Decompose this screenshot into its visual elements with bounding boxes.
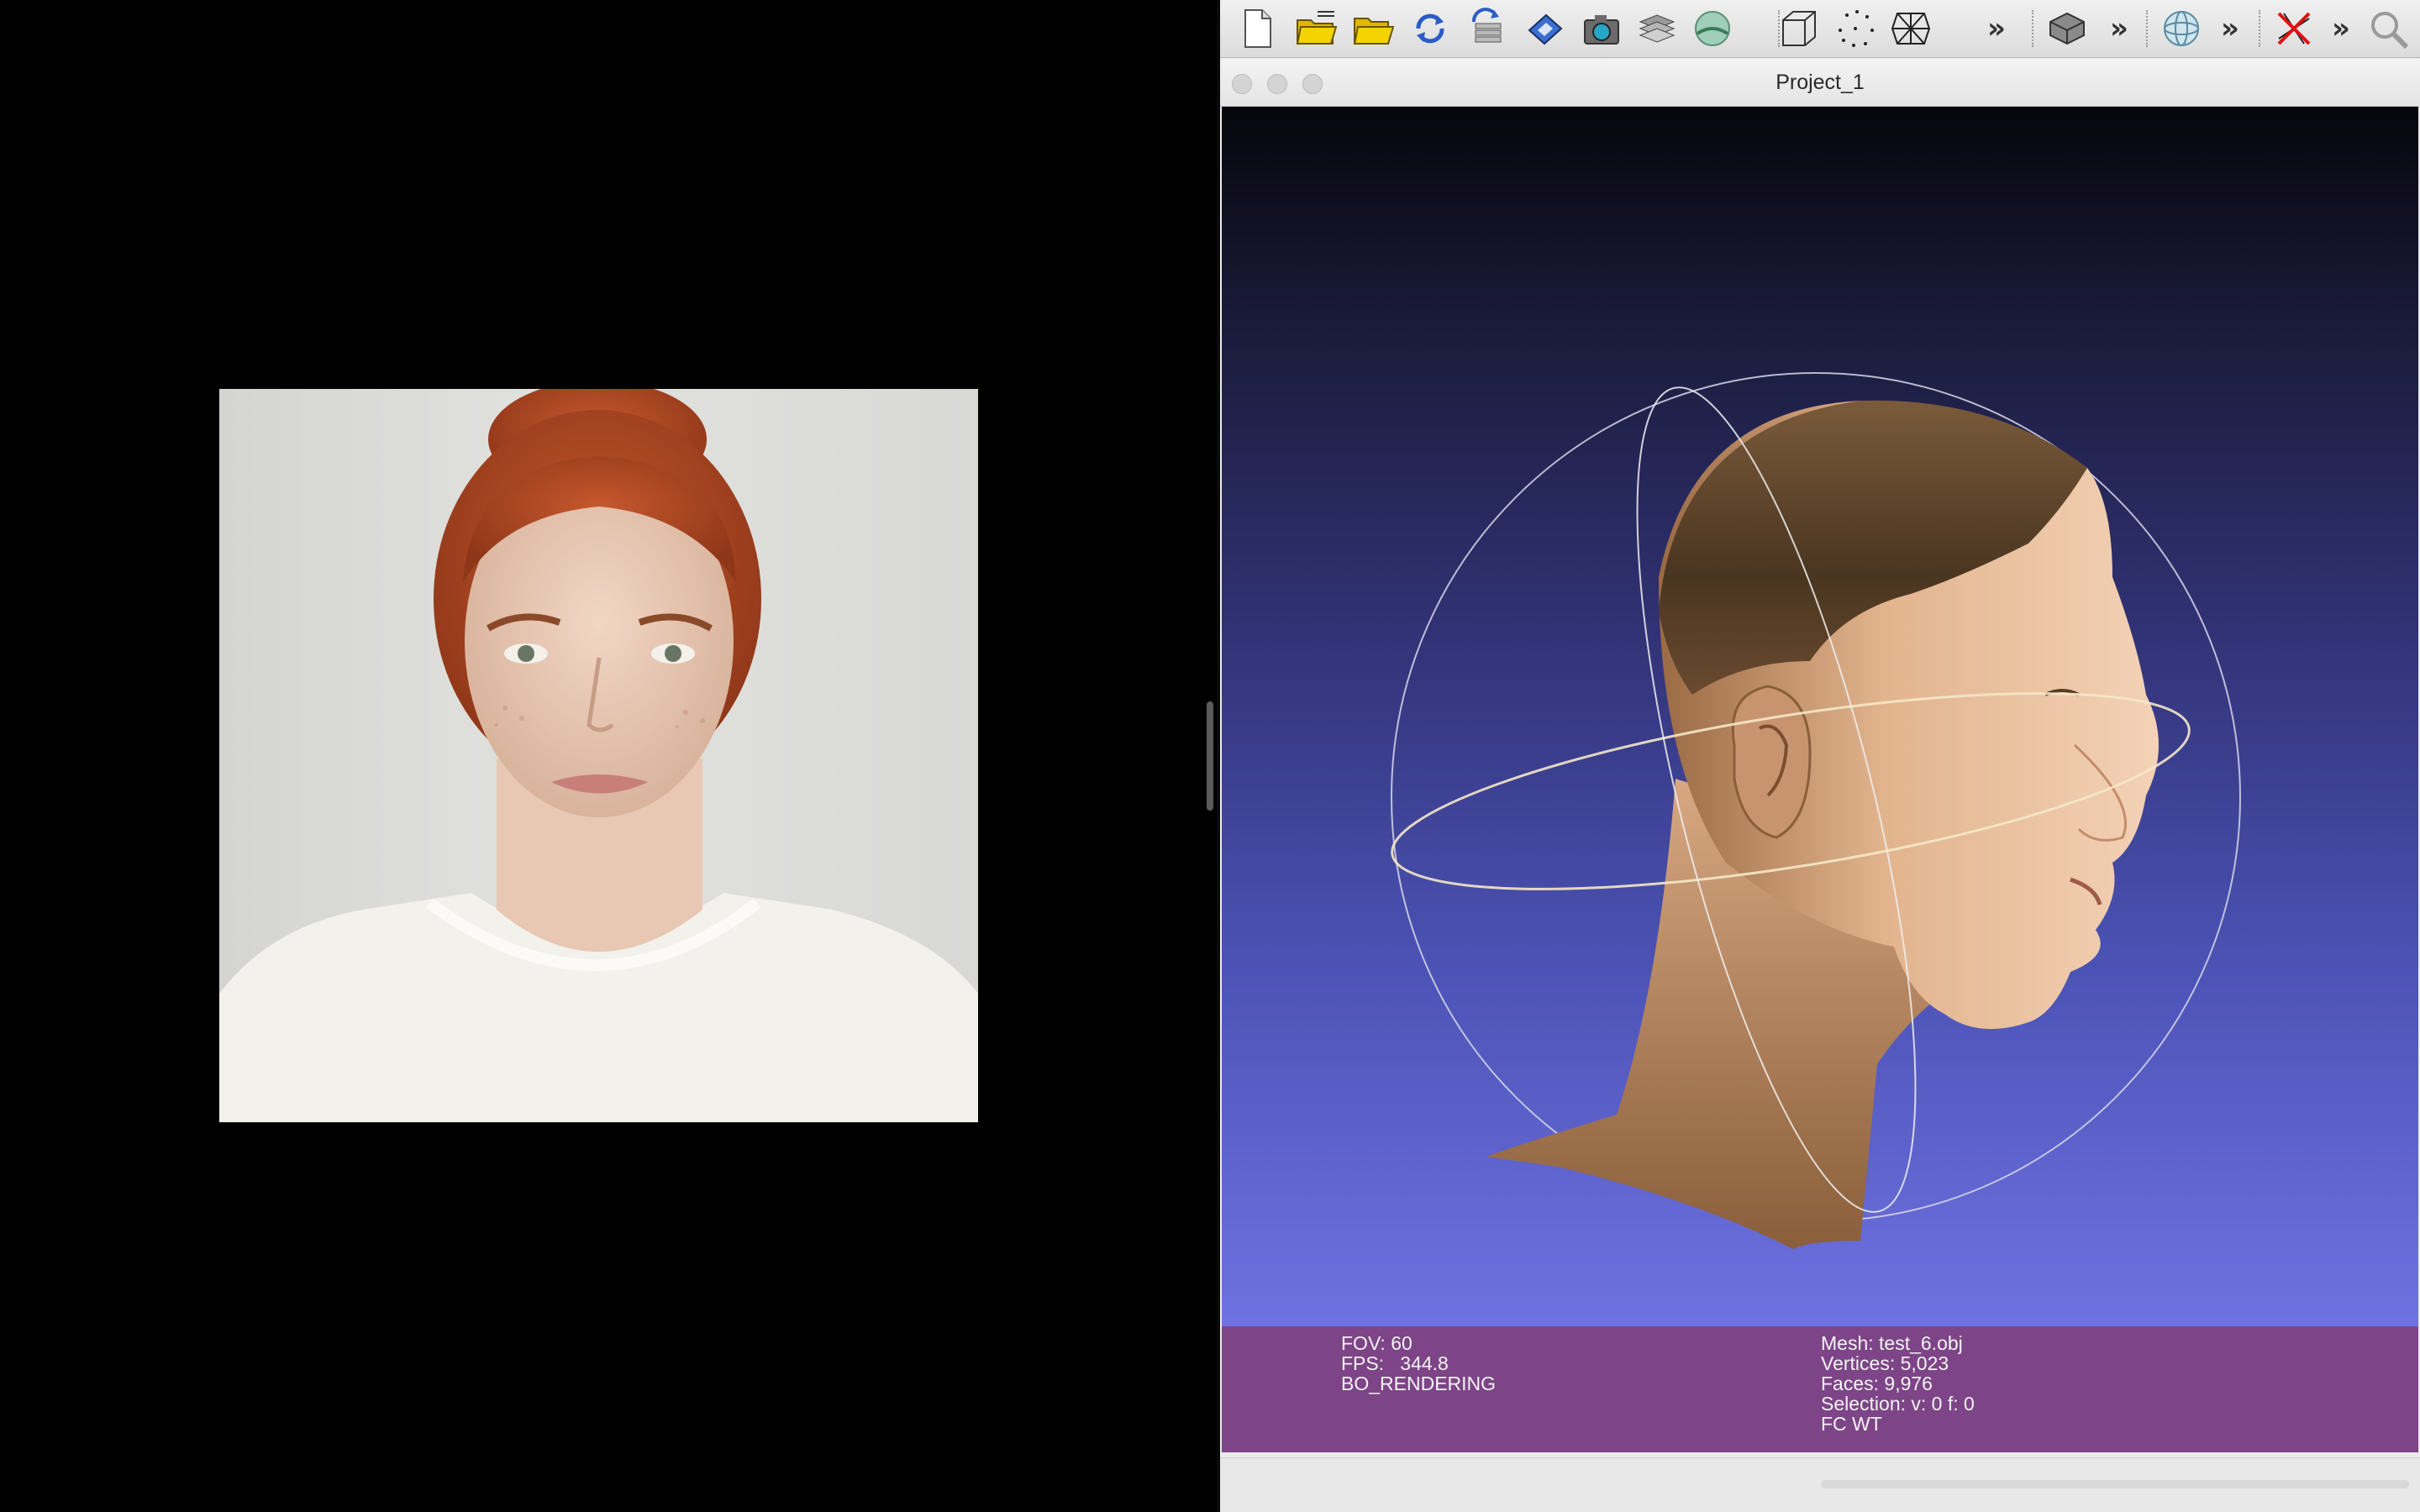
- snapshot-button[interactable]: [1576, 3, 1627, 54]
- bounding-box-button[interactable]: [1773, 3, 1823, 54]
- splitter-handle[interactable]: [1207, 701, 1213, 811]
- point-cloud-icon: [1839, 10, 1874, 47]
- layer-stack-icon: [1639, 14, 1676, 43]
- wire-box-icon: [1782, 11, 1816, 46]
- toolbar-more-3[interactable]: »: [2215, 10, 2245, 47]
- toolbar-more-2[interactable]: »: [2104, 10, 2134, 47]
- toolbar-separator: [2146, 10, 2149, 47]
- layers-button[interactable]: [1632, 3, 1682, 54]
- select-none-button[interactable]: [2269, 3, 2319, 54]
- face-count: Faces: 9,976: [1821, 1373, 1933, 1394]
- raster-image-icon: [1695, 11, 1730, 46]
- fps-readout: FPS: 344.8: [1341, 1352, 1449, 1374]
- fov-readout: FOV: 60: [1341, 1332, 1413, 1354]
- open-project-button[interactable]: [1291, 3, 1341, 54]
- mesh-viewer-app: » » » » Project_1 FOV: 60 FPS: 344.8 BO_…: [1220, 0, 2420, 1512]
- points-button[interactable]: [1830, 3, 1881, 54]
- reload-arrows-icon: [1416, 13, 1444, 44]
- open-folder-layers-icon: [1296, 11, 1338, 45]
- selection-count: Selection: v: 0 f: 0: [1821, 1393, 1975, 1415]
- status-bar: [1220, 1457, 2420, 1512]
- vertex-count: Vertices: 5,023: [1821, 1352, 1949, 1374]
- open-folder-icon: [1353, 18, 1395, 45]
- raster-button[interactable]: [1687, 3, 1738, 54]
- flat-shading-button[interactable]: [2042, 3, 2092, 54]
- horizontal-scrollbar[interactable]: [1821, 1480, 2409, 1488]
- search-button[interactable]: [2363, 3, 2413, 54]
- portrait-photo: [219, 389, 978, 1122]
- window-title: Project_1: [1776, 71, 1865, 94]
- reload-button[interactable]: [1405, 3, 1455, 54]
- render-info-panel: FOV: 60 FPS: 344.8 BO_RENDERING Mesh: te…: [1222, 1326, 2418, 1452]
- screen: » » » » Project_1 FOV: 60 FPS: 344.8 BO_…: [0, 0, 2420, 1512]
- new-project-button[interactable]: [1232, 3, 1282, 54]
- render-stats: FOV: 60 FPS: 344.8 BO_RENDERING: [1341, 1333, 1496, 1394]
- reload-stack-icon: [1472, 8, 1502, 43]
- mesh-name: Mesh: test_6.obj: [1821, 1332, 1963, 1354]
- 3d-viewport[interactable]: [1222, 107, 2418, 1326]
- trackball-button[interactable]: [2156, 3, 2207, 54]
- project-subwindow: Project_1 FOV: 60 FPS: 344.8 BO_RENDERIN…: [1220, 59, 2420, 1457]
- wireframe-button[interactable]: [1886, 3, 1936, 54]
- select-cross-icon: [2277, 12, 2311, 45]
- toolbar-separator: [2259, 10, 2262, 47]
- magnifier-icon: [2371, 12, 2409, 50]
- wireframe-mesh-icon: [1891, 13, 1931, 45]
- blank-page-icon: [1244, 9, 1271, 48]
- toolbar-more-1[interactable]: »: [1981, 10, 2012, 47]
- subwindow-titlebar[interactable]: Project_1: [1220, 59, 2420, 107]
- mesh-stats: Mesh: test_6.obj Vertices: 5,023 Faces: …: [1821, 1333, 1975, 1434]
- photo-viewer-pane: [0, 0, 1217, 1512]
- import-mesh-button[interactable]: [1348, 3, 1398, 54]
- trackball-sphere-icon: [2164, 11, 2199, 46]
- render-mode: BO_RENDERING: [1341, 1373, 1497, 1394]
- toolbar-more-4[interactable]: »: [2326, 10, 2356, 47]
- mesh-flags: FC WT: [1821, 1413, 1882, 1435]
- toolbar-separator: [2032, 10, 2035, 47]
- main-toolbar: » » » »: [1220, 0, 2420, 58]
- floppy-disk-icon: [1528, 13, 1563, 45]
- flat-shading-icon: [2049, 12, 2085, 45]
- reload-all-button[interactable]: [1462, 3, 1512, 54]
- export-mesh-button[interactable]: [1519, 3, 1570, 54]
- camera-icon: [1584, 15, 1619, 45]
